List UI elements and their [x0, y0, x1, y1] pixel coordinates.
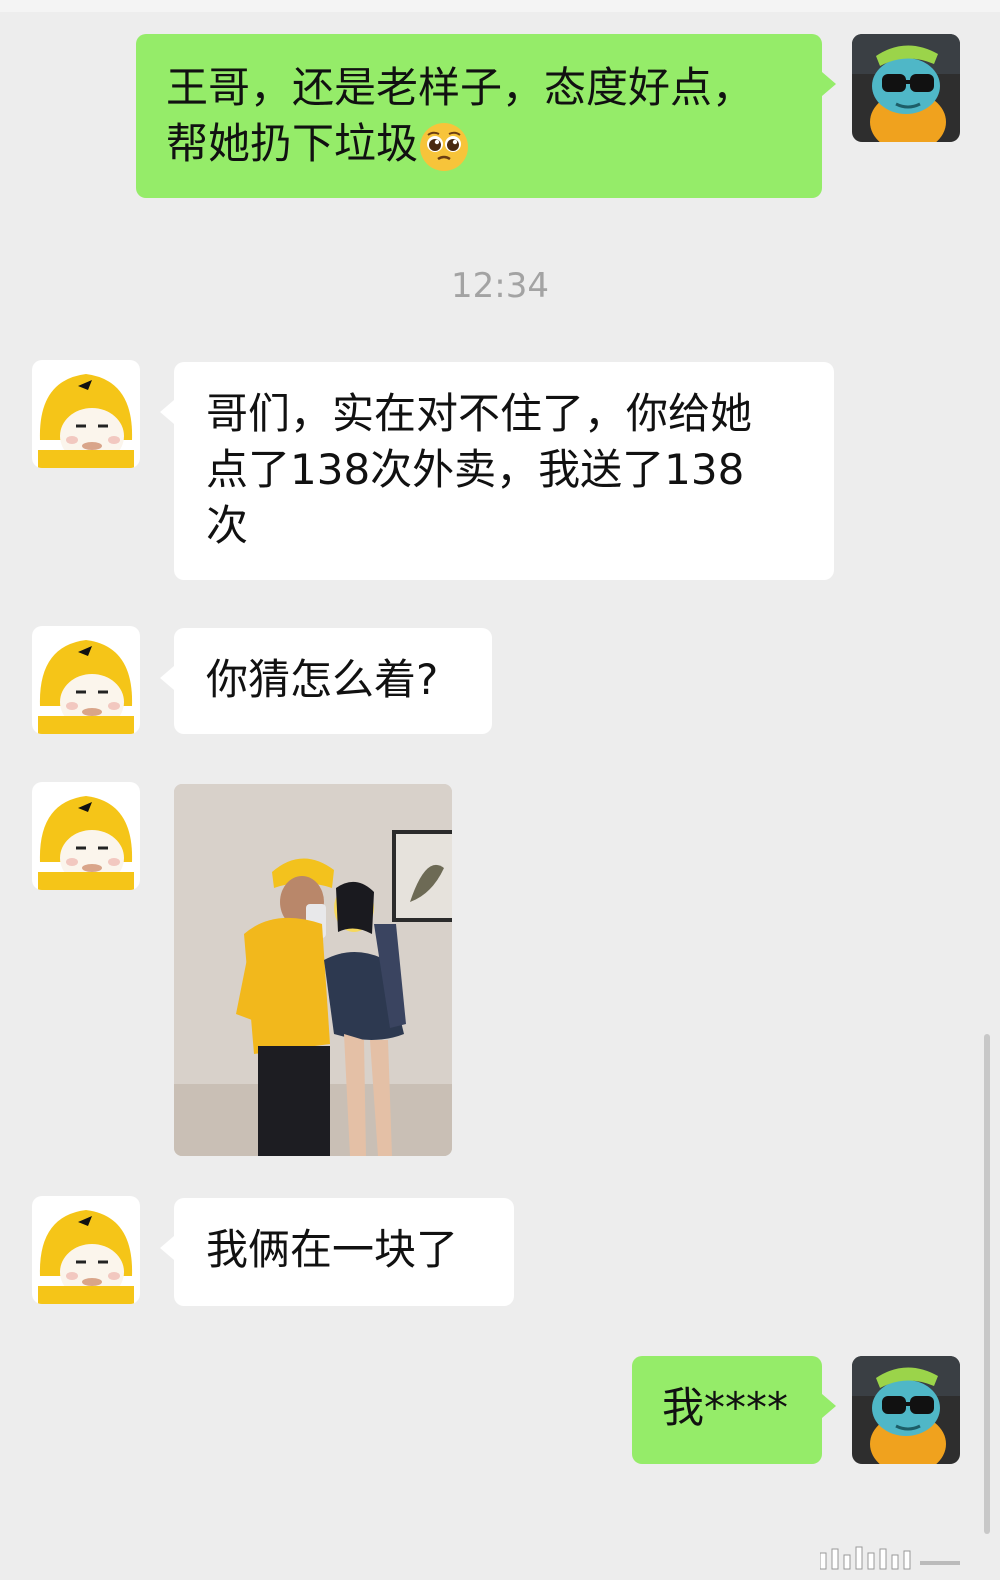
message-text: 帮她扔下垃圾	[166, 119, 419, 168]
bubble-tail	[822, 72, 836, 96]
message-text: 我俩在一块了	[206, 1225, 459, 1274]
message-line: 次	[206, 501, 249, 550]
message-line: 王哥，还是老样子，态度好点，	[166, 63, 755, 112]
scrollbar[interactable]	[984, 1034, 990, 1534]
bubble-tail	[822, 1394, 836, 1418]
bubble-tail	[160, 666, 174, 690]
sent-message-bubble[interactable]: 王哥，还是老样子，态度好点， 帮她扔下垃圾	[136, 34, 836, 198]
bubble-tail	[160, 1236, 174, 1260]
pleading-face-emoji-icon	[420, 122, 469, 171]
courier-helmet-avatar-icon[interactable]	[32, 360, 140, 468]
received-message-bubble[interactable]: 你猜怎么着?	[160, 628, 492, 734]
message-line: 帮她扔下垃圾	[166, 116, 792, 173]
watermark-icon	[820, 1546, 960, 1570]
photo-message[interactable]	[174, 784, 452, 1156]
courier-helmet-avatar-icon[interactable]	[32, 782, 140, 890]
chat-window: 王哥，还是老样子，态度好点， 帮她扔下垃圾 12:34 哥们，实在对不住了，你给…	[0, 0, 1000, 1580]
top-edge-strip	[0, 0, 1000, 12]
turtle-avatar-icon[interactable]	[852, 1356, 960, 1464]
message-line: 哥们，实在对不住了，你给她	[206, 389, 753, 438]
message-text: 我****	[662, 1383, 789, 1432]
bubble-tail	[160, 400, 174, 424]
message-text: 你猜怎么着?	[206, 655, 439, 704]
courier-helmet-avatar-icon[interactable]	[32, 1196, 140, 1304]
received-message-bubble[interactable]: 我俩在一块了	[160, 1198, 514, 1306]
message-timestamp: 12:34	[451, 266, 549, 306]
turtle-avatar-icon[interactable]	[852, 34, 960, 142]
message-line: 点了138次外卖，我送了138	[206, 445, 745, 494]
courier-helmet-avatar-icon[interactable]	[32, 626, 140, 734]
received-message-bubble[interactable]: 哥们，实在对不住了，你给她 点了138次外卖，我送了138 次	[160, 362, 834, 580]
sent-message-bubble[interactable]: 我****	[632, 1356, 836, 1464]
